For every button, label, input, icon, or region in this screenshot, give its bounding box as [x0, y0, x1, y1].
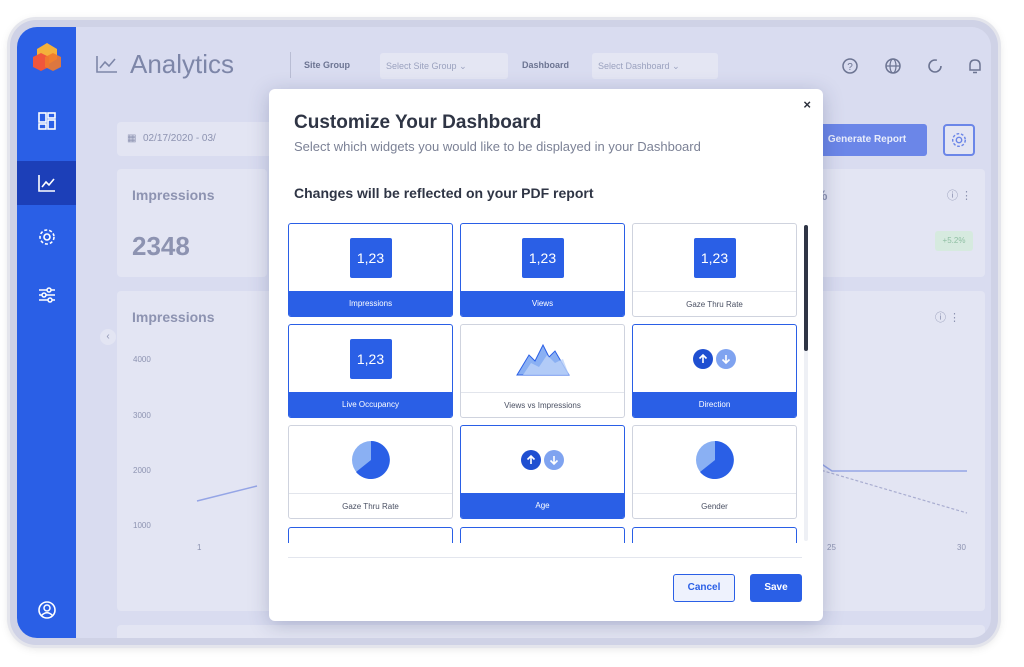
logo-icon	[33, 43, 61, 71]
header-divider	[290, 52, 291, 78]
widget-tile-views[interactable]: 1,23 Views	[460, 223, 625, 317]
impressions-value: 2348	[132, 231, 190, 261]
number-widget-icon: 1,23	[349, 238, 392, 278]
sliders-icon	[38, 287, 55, 303]
dashboard-select[interactable]: Select Dashboard ⌄	[592, 53, 718, 79]
close-icon[interactable]: ×	[803, 97, 811, 112]
widget-tile-gaze-thru-rate-number[interactable]: 1,23 Gaze Thru Rate	[632, 223, 797, 317]
scrollbar-thumb[interactable]	[804, 225, 808, 351]
number-widget-icon: 1,23	[693, 238, 736, 278]
help-icon[interactable]: ?	[841, 57, 859, 75]
settings-button[interactable]	[943, 124, 975, 156]
tile-visual	[289, 426, 452, 494]
sidebar-item-user[interactable]	[17, 588, 76, 632]
bottom-card	[117, 625, 985, 638]
tile-visual	[461, 325, 624, 393]
globe-icon[interactable]	[884, 57, 902, 75]
number-widget-icon: 1,23	[349, 339, 392, 379]
widget-tile-live-occupancy[interactable]: 1,23 Live Occupancy	[288, 324, 453, 418]
date-range-text: 02/17/2020 - 03/	[143, 133, 216, 144]
tile-label: Views	[461, 291, 624, 316]
chevron-down-icon: ⌄	[459, 61, 467, 71]
impressions-card-title: Impressions	[132, 187, 215, 203]
cancel-button[interactable]: Cancel	[673, 574, 735, 602]
tile-visual: 1,23	[633, 224, 796, 292]
analytics-icon	[96, 56, 117, 73]
metric-card: % ⓘ ⋮ +5.2%	[807, 169, 985, 277]
refresh-icon[interactable]	[926, 57, 944, 75]
site-group-placeholder: Select Site Group	[386, 61, 457, 71]
customize-dashboard-modal: × Customize Your Dashboard Select which …	[269, 89, 823, 621]
chevron-down-icon: ⌄	[672, 61, 680, 71]
widget-tile-gaze-thru-rate-pie[interactable]: Gaze Thru Rate	[288, 425, 453, 519]
widget-grid: 1,23 Impressions 1,23 Views 1,23 Gaze Th…	[288, 223, 800, 543]
tile-visual: 1,23	[289, 224, 452, 292]
page-title: Analytics	[130, 49, 235, 79]
arrow-down-icon	[716, 349, 736, 369]
tile-label: Impressions	[289, 291, 452, 316]
device-frame: Analytics Site Group Select Site Group ⌄…	[10, 20, 998, 645]
tile-visual: 1,23	[289, 325, 452, 393]
arrow-up-icon	[693, 349, 713, 369]
age-arrows	[521, 450, 564, 470]
tile-visual	[633, 325, 796, 393]
bell-icon[interactable]	[966, 57, 984, 75]
generate-report-button[interactable]: Generate Report	[807, 124, 927, 156]
modal-note: Changes will be reflected on your PDF re…	[294, 185, 594, 201]
collapse-sidebar-button[interactable]: ‹	[100, 329, 116, 345]
pie-chart-icon	[351, 441, 390, 479]
impressions-card: Impressions 2348	[117, 169, 267, 277]
user-icon	[37, 601, 56, 619]
tile-label: Live Occupancy	[289, 392, 452, 417]
modal-subtitle: Select which widgets you would like to b…	[294, 139, 701, 154]
sidebar-item-dashboard[interactable]	[17, 99, 76, 143]
modal-title: Customize Your Dashboard	[294, 112, 542, 133]
dashboard-placeholder: Select Dashboard	[598, 61, 670, 71]
site-group-select[interactable]: Select Site Group ⌄	[380, 53, 508, 79]
dashboard-icon	[37, 112, 56, 130]
svg-text:?: ?	[847, 62, 853, 73]
widget-tile-impressions[interactable]: 1,23 Impressions	[288, 223, 453, 317]
save-button[interactable]: Save	[750, 574, 802, 602]
arrow-up-icon	[521, 450, 541, 470]
delta-badge: +5.2%	[935, 231, 973, 251]
tile-label: Age	[461, 493, 624, 518]
tile-visual	[461, 426, 624, 494]
tile-label: Direction	[633, 392, 796, 417]
sidebar-item-settings[interactable]	[17, 215, 76, 259]
widget-tile-views-vs-impressions[interactable]: Views vs Impressions	[460, 324, 625, 418]
pie-chart-icon	[695, 441, 734, 479]
line-chart-icon	[37, 175, 55, 192]
gear-icon	[951, 132, 967, 148]
dashboard-label: Dashboard	[522, 60, 570, 70]
tile-label: Views vs Impressions	[461, 392, 624, 417]
tile-visual	[633, 426, 796, 494]
sidebar-item-analytics[interactable]	[17, 161, 76, 205]
widget-tile-age[interactable]: Age	[460, 425, 625, 519]
widget-tile-gender[interactable]: Gender	[632, 425, 797, 519]
widget-tile[interactable]	[288, 527, 453, 543]
number-widget-icon: 1,23	[521, 238, 564, 278]
info-icon[interactable]: ⓘ ⋮	[947, 187, 972, 203]
area-chart-icon	[515, 343, 570, 376]
tile-label: Gaze Thru Rate	[289, 493, 452, 518]
site-group-label: Site Group	[304, 60, 351, 70]
sidebar	[17, 27, 76, 638]
direction-arrows	[693, 349, 736, 369]
tile-label: Gender	[633, 493, 796, 518]
calendar-icon: ▦	[127, 133, 137, 144]
sidebar-item-filters[interactable]	[17, 273, 76, 317]
app-screen: Analytics Site Group Select Site Group ⌄…	[17, 27, 991, 638]
widget-tile[interactable]	[460, 527, 625, 543]
modal-divider	[288, 557, 802, 558]
gear-icon	[38, 229, 55, 245]
widget-tile-direction[interactable]: Direction	[632, 324, 797, 418]
arrow-down-icon	[544, 450, 564, 470]
tile-label: Gaze Thru Rate	[633, 291, 796, 316]
tile-visual: 1,23	[461, 224, 624, 292]
widget-tile[interactable]	[632, 527, 797, 543]
